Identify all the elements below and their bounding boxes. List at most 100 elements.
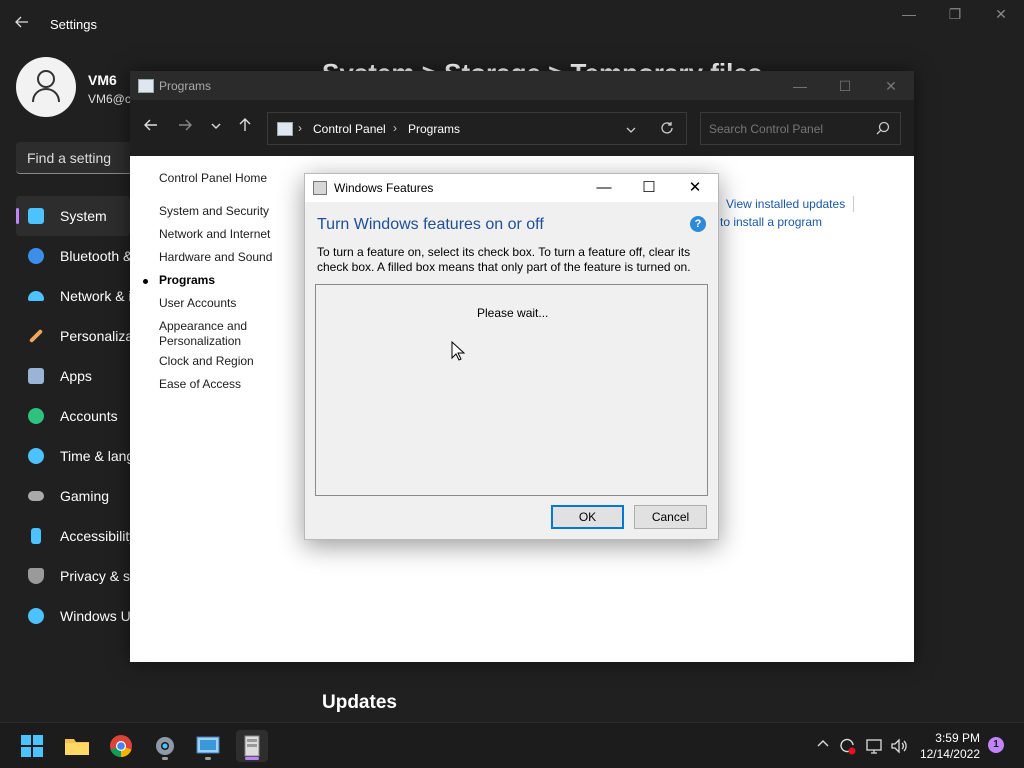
features-list[interactable]: Please wait... xyxy=(315,284,708,496)
close-icon[interactable]: ✕ xyxy=(876,75,906,97)
link-view-installed-updates[interactable]: View installed updates xyxy=(726,197,845,211)
control-panel-titlebar: Programs — ☐ ✕ xyxy=(130,71,914,100)
nav-label: Personalization xyxy=(60,328,130,344)
wifi-icon xyxy=(28,291,44,301)
user-name: VM6 xyxy=(88,72,117,88)
windows-features-taskbar-button[interactable] xyxy=(236,730,268,762)
chrome-button[interactable] xyxy=(105,730,137,762)
minimize-icon[interactable]: — xyxy=(785,75,815,97)
link-hardware-sound[interactable]: Hardware and Sound xyxy=(159,250,272,264)
file-explorer-button[interactable] xyxy=(61,730,93,762)
nav-item-bluetooth[interactable]: Bluetooth & devices xyxy=(16,236,130,276)
start-button[interactable] xyxy=(16,730,48,762)
breadcrumb-chevron-icon[interactable]: › xyxy=(393,121,397,135)
dialog-title: Windows Features xyxy=(334,181,434,195)
control-panel-title: Programs xyxy=(159,79,212,93)
nav-label: Privacy & security xyxy=(60,568,130,584)
help-icon[interactable]: ? xyxy=(690,216,706,232)
control-panel-toolbar: › Control Panel › Programs Search Contro… xyxy=(130,100,914,156)
up-arrow-icon[interactable] xyxy=(232,115,258,141)
user-email: VM6@c xyxy=(88,92,130,106)
cancel-button[interactable]: Cancel xyxy=(634,505,707,529)
nav-item-gaming[interactable]: Gaming xyxy=(16,476,130,516)
breadcrumb-control-panel[interactable]: Control Panel xyxy=(313,122,386,136)
minimize-icon[interactable]: — xyxy=(589,177,619,199)
clock-date: 12/14/2022 xyxy=(919,747,980,761)
forward-icon[interactable] xyxy=(172,115,198,141)
link-appearance[interactable]: Appearance and xyxy=(159,319,247,333)
maximize-icon[interactable]: ☐ xyxy=(634,177,664,199)
link-programs[interactable]: Programs xyxy=(159,273,215,287)
dialog-titlebar: Windows Features — ☐ ✕ xyxy=(305,174,718,202)
nav-item-system[interactable]: System xyxy=(16,196,130,236)
accounts-icon xyxy=(28,408,44,424)
mouse-cursor-icon xyxy=(451,340,466,366)
shield-icon xyxy=(28,568,44,584)
settings-title: Settings xyxy=(50,17,97,32)
control-panel-taskbar-button[interactable] xyxy=(192,730,224,762)
nav-item-windows-update[interactable]: Windows Update xyxy=(16,596,130,636)
nav-label: System xyxy=(60,208,107,224)
restore-icon[interactable]: ❐ xyxy=(940,6,970,28)
nav-item-accessibility[interactable]: Accessibility xyxy=(16,516,130,556)
gaming-icon xyxy=(28,491,44,501)
link-how-to-install[interactable]: w to install a program xyxy=(708,215,822,229)
sync-icon[interactable] xyxy=(837,736,857,756)
link-personalization[interactable]: Personalization xyxy=(159,334,241,348)
brush-icon xyxy=(28,328,44,344)
nav-item-time-language[interactable]: Time & language xyxy=(16,436,130,476)
recent-locations-chevron-icon[interactable] xyxy=(203,115,229,141)
volume-icon[interactable] xyxy=(889,736,909,756)
clock-icon xyxy=(28,448,44,464)
folder-icon xyxy=(65,739,89,755)
back-icon[interactable] xyxy=(138,115,164,141)
minimize-icon[interactable]: — xyxy=(894,6,924,28)
taskbar-clock[interactable]: 3:59 PM 12/14/2022 xyxy=(918,730,980,762)
settings-page-title: System > Storage > Temporary files xyxy=(322,58,762,72)
divider xyxy=(853,196,854,212)
clock-time: 3:59 PM xyxy=(935,731,980,745)
close-icon[interactable]: ✕ xyxy=(680,177,710,199)
bluetooth-icon xyxy=(28,248,44,264)
address-bar[interactable]: › Control Panel › Programs xyxy=(267,112,687,145)
close-icon[interactable]: ✕ xyxy=(986,6,1016,28)
active-indicator xyxy=(245,757,259,760)
address-dropdown-icon[interactable] xyxy=(625,123,637,141)
back-arrow-icon[interactable] xyxy=(14,14,34,34)
ok-button[interactable]: OK xyxy=(551,505,624,529)
updates-heading: Updates xyxy=(322,692,397,713)
link-network-internet[interactable]: Network and Internet xyxy=(159,227,270,241)
loading-status: Please wait... xyxy=(477,306,549,320)
nav-label: Bluetooth & devices xyxy=(60,248,130,264)
link-system-security[interactable]: System and Security xyxy=(159,204,269,218)
link-ease-of-access[interactable]: Ease of Access xyxy=(159,377,241,391)
link-control-panel-home[interactable]: Control Panel Home xyxy=(159,171,267,185)
nav-label: Accessibility xyxy=(60,528,130,544)
accessibility-icon xyxy=(31,528,41,544)
refresh-icon[interactable] xyxy=(660,121,674,140)
settings-taskbar-button[interactable] xyxy=(149,730,181,762)
search-icon[interactable] xyxy=(876,121,890,140)
nav-item-accounts[interactable]: Accounts xyxy=(16,396,130,436)
show-hidden-icons-chevron-icon[interactable] xyxy=(813,736,833,756)
settings-nav: System Bluetooth & devices Network & int… xyxy=(16,196,130,636)
nav-item-apps[interactable]: Apps xyxy=(16,356,130,396)
running-indicator xyxy=(162,757,168,760)
nav-label: Accounts xyxy=(60,408,118,424)
control-panel-icon xyxy=(277,122,293,136)
network-icon[interactable] xyxy=(864,736,884,756)
windows-logo-icon xyxy=(21,735,43,757)
avatar[interactable] xyxy=(16,57,76,117)
link-clock-region[interactable]: Clock and Region xyxy=(159,354,254,368)
link-user-accounts[interactable]: User Accounts xyxy=(159,296,236,310)
nav-item-privacy[interactable]: Privacy & security xyxy=(16,556,130,596)
find-setting-input[interactable]: Find a setting xyxy=(16,142,136,174)
nav-item-personalization[interactable]: Personalization xyxy=(16,316,130,356)
notification-badge[interactable]: 1 xyxy=(988,737,1004,753)
maximize-icon[interactable]: ☐ xyxy=(830,75,860,97)
search-control-panel-input[interactable]: Search Control Panel xyxy=(700,112,901,145)
breadcrumb-chevron-icon[interactable]: › xyxy=(298,121,302,135)
breadcrumb-programs[interactable]: Programs xyxy=(408,122,460,136)
running-indicator xyxy=(205,757,211,760)
nav-item-network[interactable]: Network & internet xyxy=(16,276,130,316)
